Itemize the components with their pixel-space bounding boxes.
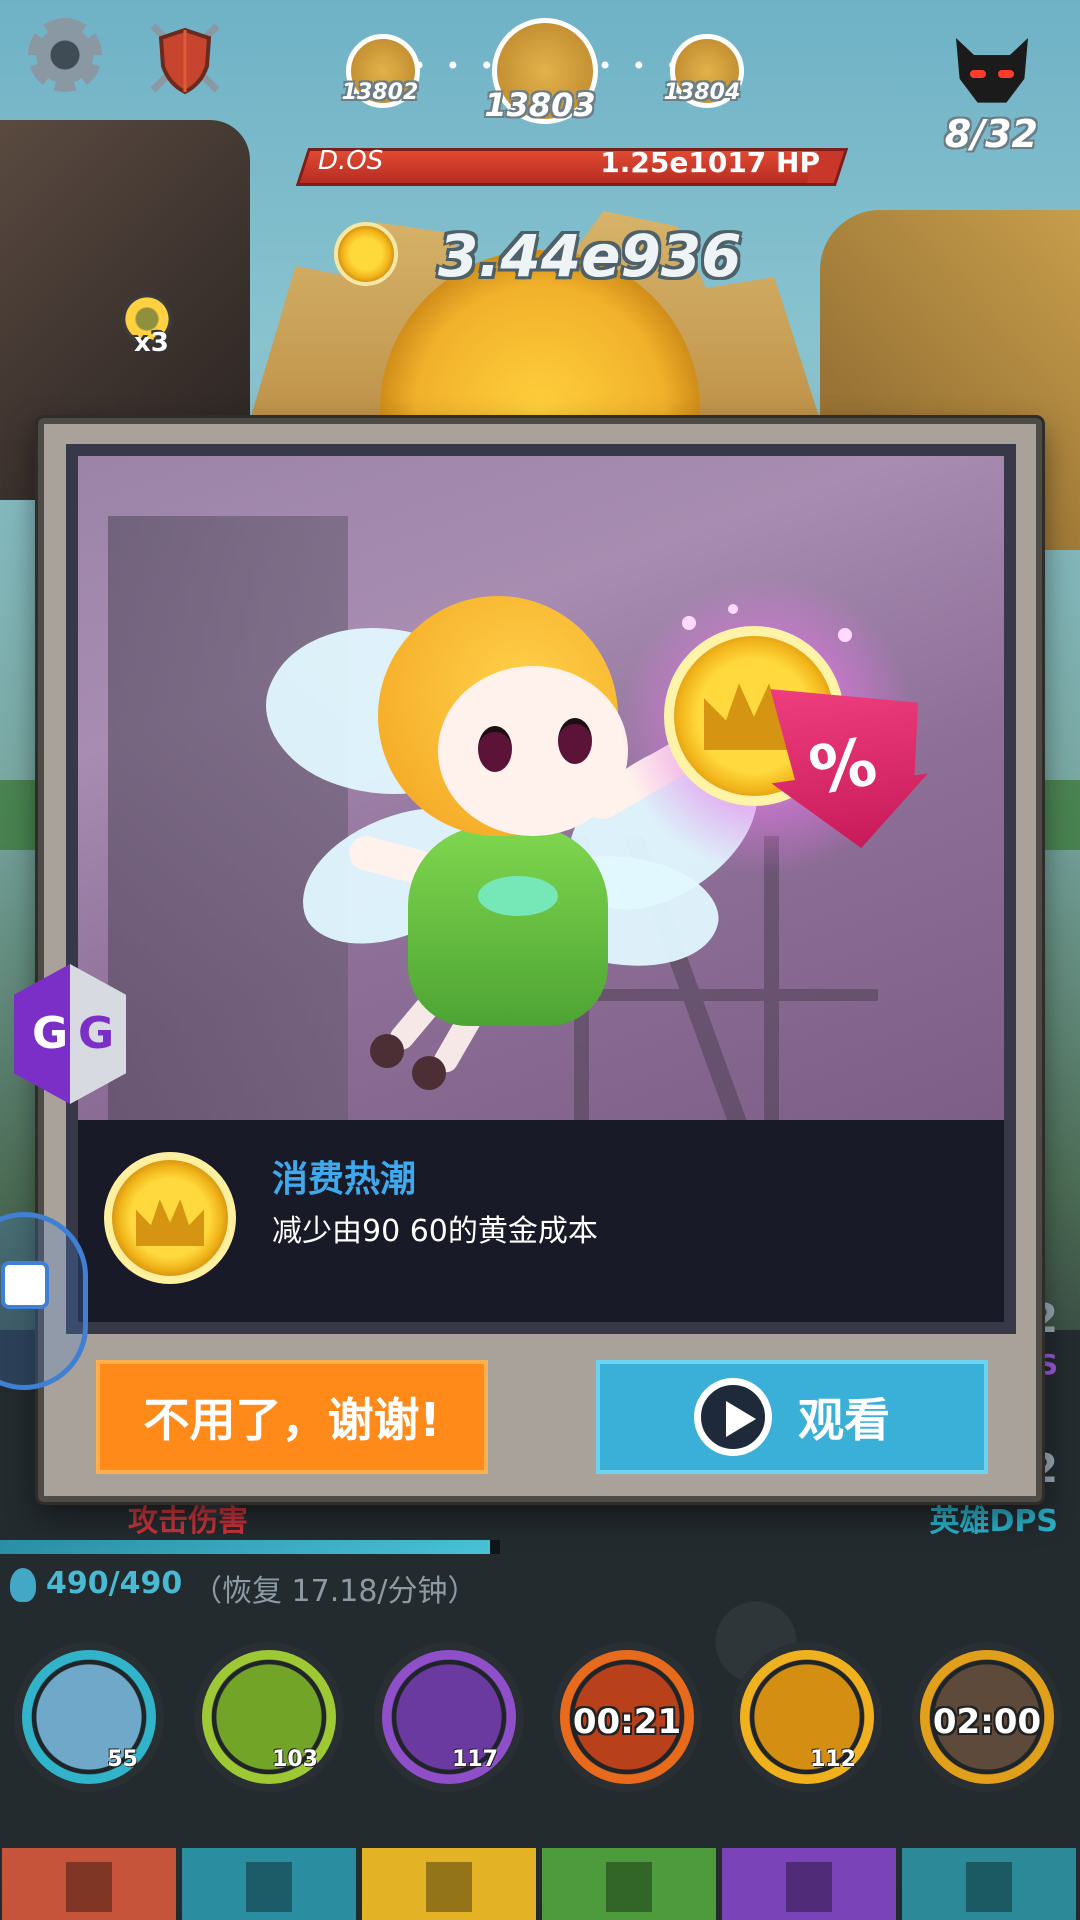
boss-hp-value: 1.25e1017 HP bbox=[600, 146, 820, 179]
skill-cooldown-timer: 02:00 bbox=[932, 1702, 1042, 1742]
crown-icon bbox=[136, 1199, 204, 1246]
attack-damage-label: 攻击伤害 bbox=[128, 1504, 248, 1539]
gold-amount: 3.44e936 bbox=[438, 222, 742, 290]
sword-tab[interactable] bbox=[2, 1848, 176, 1920]
art-tower bbox=[108, 516, 348, 1120]
artifacts-icon bbox=[786, 1862, 832, 1912]
multiplier-badge: x3 bbox=[134, 328, 169, 358]
fairy-face bbox=[438, 666, 628, 836]
stage-prev: 13802 bbox=[341, 80, 419, 105]
floating-assistant-icon[interactable] bbox=[0, 1212, 88, 1390]
skill-level: 117 bbox=[452, 1747, 498, 1772]
hero-dps-label: 英雄DPS bbox=[929, 1504, 1059, 1539]
equipment-icon bbox=[426, 1862, 472, 1912]
sword-icon bbox=[66, 1862, 112, 1912]
fairy-dress bbox=[408, 826, 608, 1026]
offer-description: 减少由90 60的黄金成本 bbox=[272, 1214, 598, 1249]
sparkle bbox=[838, 628, 852, 642]
watch-button-label: 观看 bbox=[798, 1393, 890, 1447]
mana-potion-icon bbox=[10, 1568, 36, 1602]
sparkle bbox=[728, 604, 738, 614]
decline-button[interactable]: 不用了，谢谢! bbox=[96, 1360, 488, 1474]
skill-cooldown-timer: 00:21 bbox=[572, 1702, 682, 1742]
clan-shield-icon[interactable] bbox=[145, 18, 225, 98]
skill-level: 103 bbox=[272, 1747, 318, 1772]
offer-info-row: 消费热潮 减少由90 60的黄金成本 bbox=[78, 1120, 1004, 1322]
skill-war-cry-button[interactable]: 00:21 bbox=[552, 1642, 702, 1792]
offer-title: 消费热潮 bbox=[272, 1159, 417, 1200]
robot-face-icon bbox=[1, 1261, 49, 1309]
watch-button[interactable]: 观看 bbox=[596, 1360, 988, 1474]
fairy-eye-left bbox=[478, 726, 512, 772]
heroes-icon bbox=[246, 1862, 292, 1912]
skill-shadow-clone-button[interactable]: 103 bbox=[194, 1642, 344, 1792]
skill-berserker-rage-button[interactable]: 02:00 bbox=[912, 1642, 1062, 1792]
fairy-boot-left bbox=[370, 1034, 404, 1068]
skill-level: 55 bbox=[107, 1747, 138, 1772]
equipment-tab[interactable] bbox=[362, 1848, 536, 1920]
skill-heavenly-strike-button[interactable]: 55 bbox=[14, 1642, 164, 1792]
gold-crown-coin-icon bbox=[104, 1152, 236, 1284]
offer-modal: % 消费热潮 减少由90 60的黄金成本 不用了，谢谢! 观看 bbox=[38, 418, 1042, 1502]
skill-hand-of-midas-button[interactable]: 117 bbox=[374, 1642, 524, 1792]
fairy-eye-right bbox=[558, 718, 592, 764]
settings-gear-icon[interactable] bbox=[28, 18, 102, 92]
modal-content: % 消费热潮 减少由90 60的黄金成本 bbox=[66, 444, 1016, 1334]
boss-demon-icon[interactable] bbox=[956, 38, 1028, 103]
gg-letter-right: G bbox=[78, 1008, 115, 1059]
shop-icon bbox=[966, 1862, 1012, 1912]
gg-letter-left: G bbox=[32, 1008, 69, 1059]
shop-tab[interactable] bbox=[902, 1848, 1076, 1920]
stage-next: 13804 bbox=[663, 80, 741, 105]
fairy-bow bbox=[478, 876, 558, 916]
play-icon bbox=[694, 1378, 772, 1456]
skill-level: 112 bbox=[810, 1747, 856, 1772]
skill-deadly-strike-button[interactable]: 112 bbox=[732, 1642, 882, 1792]
gold-coin-icon bbox=[334, 222, 398, 286]
mana-bar-fill bbox=[0, 1540, 490, 1554]
heroes-tab[interactable] bbox=[182, 1848, 356, 1920]
sparkle bbox=[682, 616, 696, 630]
pets-tab[interactable] bbox=[542, 1848, 716, 1920]
pets-icon bbox=[606, 1862, 652, 1912]
fairy-boot-right bbox=[412, 1056, 446, 1090]
stage-current: 13803 bbox=[484, 86, 596, 124]
boss-name: D.OS bbox=[318, 146, 384, 176]
mana-value: 490/490 bbox=[46, 1566, 183, 1601]
artifacts-tab[interactable] bbox=[722, 1848, 896, 1920]
kill-count: 8/32 bbox=[944, 112, 1038, 156]
percent-sign: % bbox=[803, 722, 883, 811]
fairy-artwork: % bbox=[78, 456, 1004, 1120]
mana-regen: （恢复 17.18/分钟） bbox=[192, 1574, 478, 1609]
